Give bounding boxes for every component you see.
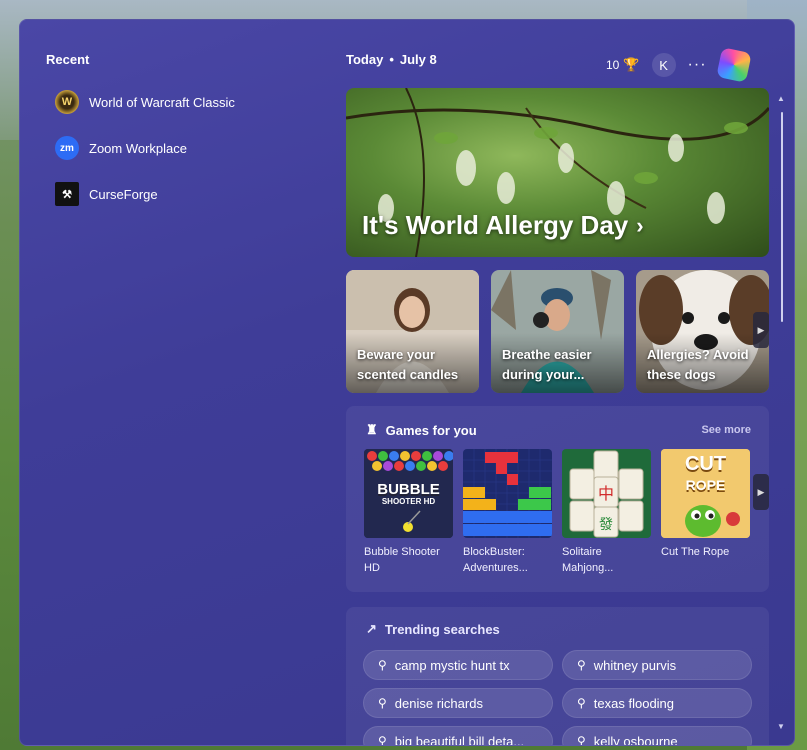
search-icon: ⚲ [577, 658, 586, 672]
game-art-subtitle: SHOOTER HD [381, 497, 436, 506]
trending-search-pill[interactable]: ⚲ kelly osbourne [562, 726, 752, 746]
game-tile-mahjong[interactable]: 中 發 Solitaire Mahjong... [562, 449, 651, 576]
see-more-link[interactable]: See more [701, 424, 751, 436]
header-actions: 10 🏆 K ··· [606, 47, 752, 83]
game-art-title: BUBBLE [377, 481, 440, 498]
story-card-breathe[interactable]: Breathe easier during your... [491, 270, 624, 393]
recent-item-label: World of Warcraft Classic [89, 94, 235, 110]
game-label: BlockBuster: Adventures... [463, 546, 528, 574]
story-card-candles[interactable]: Beware your scented candles [346, 270, 479, 393]
game-art: BUBBLE SHOOTER HD [364, 449, 453, 538]
recent-item-wow[interactable]: W World of Warcraft Classic [55, 90, 235, 114]
trending-search-label: texas flooding [593, 695, 675, 711]
chess-icon: ♜ [366, 422, 378, 437]
recent-item-curseforge[interactable]: ⚒ CurseForge [55, 182, 158, 206]
hero-story-card[interactable]: It's World Allergy Day › [346, 88, 769, 257]
scrollbar-thumb[interactable] [781, 112, 783, 322]
search-icon: ⚲ [577, 696, 586, 710]
recent-item-label: Zoom Workplace [89, 140, 188, 156]
game-label: Bubble Shooter HD [364, 546, 440, 574]
svg-text:發: 發 [599, 517, 613, 533]
wow-icon: W [55, 90, 79, 114]
date-separator: • [389, 52, 394, 67]
game-art-subtitle: ROPE [685, 477, 726, 493]
game-tile-cut-the-rope[interactable]: CUT ROPE Cut The Rope [661, 449, 750, 560]
trending-heading: ↗ Trending searches [366, 621, 500, 637]
games-next-button[interactable]: ▶ [753, 474, 769, 510]
trophy-icon: 🏆 [623, 57, 640, 72]
game-tile-blockbuster[interactable]: BlockBuster: Adventures... [463, 449, 552, 576]
copilot-icon[interactable] [715, 47, 752, 83]
trending-search-label: denise richards [394, 695, 483, 711]
today-label: Today [346, 52, 384, 67]
play-arrow-icon: ▶ [757, 324, 765, 335]
stories-next-button[interactable]: ▶ [753, 312, 769, 348]
chevron-right-icon: › [636, 212, 644, 238]
recent-item-label: CurseForge [89, 186, 158, 202]
trending-search-pill[interactable]: ⚲ texas flooding [562, 688, 752, 718]
card-label: Breathe easier during your... [502, 347, 592, 382]
recent-item-zoom[interactable]: zm Zoom Workplace [55, 136, 187, 160]
trending-search-pill[interactable]: ⚲ denise richards [363, 688, 553, 718]
game-art: 中 發 [562, 449, 651, 538]
trending-search-label: big beautiful bill deta... [394, 733, 525, 746]
widgets-panel: Recent W World of Warcraft Classic zm Zo… [19, 19, 795, 746]
zoom-icon: zm [55, 136, 79, 160]
search-icon: ⚲ [378, 734, 387, 746]
game-art-title: CUT [684, 453, 727, 475]
card-label: Allergies? Avoid these dogs [647, 347, 749, 382]
svg-text:中: 中 [598, 484, 614, 503]
trending-search-pill[interactable]: ⚲ big beautiful bill deta... [363, 726, 553, 746]
trending-search-label: whitney purvis [593, 657, 677, 673]
mahjong-art: 中 發 [562, 449, 651, 538]
game-label: Cut The Rope [661, 546, 730, 558]
game-art [463, 449, 552, 538]
trending-search-label: kelly osbourne [593, 733, 678, 746]
trending-up-icon: ↗ [366, 621, 377, 636]
trending-search-label: camp mystic hunt tx [394, 657, 510, 673]
blockbuster-art [463, 449, 552, 538]
feed-date-header: Today • July 8 [346, 52, 437, 67]
scroll-up-arrow-icon[interactable]: ▲ [777, 94, 785, 103]
game-art: CUT ROPE [661, 449, 750, 538]
trending-section: ↗ Trending searches ⚲ camp mystic hunt t… [346, 607, 769, 746]
hero-title-text: It's World Allergy Day [362, 210, 629, 240]
game-tile-bubble-shooter[interactable]: BUBBLE SHOOTER HD Bubble Shooter HD [364, 449, 453, 576]
search-icon: ⚲ [378, 658, 387, 672]
trending-title: Trending searches [384, 621, 500, 637]
rewards-button[interactable]: 10 🏆 [606, 57, 640, 73]
points-count: 10 [606, 58, 620, 72]
trending-search-pill[interactable]: ⚲ camp mystic hunt tx [363, 650, 553, 680]
date-label: July 8 [399, 52, 437, 67]
hero-title: It's World Allergy Day › [362, 210, 644, 241]
games-section: ♜ Games for you See more BUBBLE SHOOTER … [346, 406, 769, 592]
games-heading: ♜ Games for you [366, 422, 477, 438]
trending-search-pill[interactable]: ⚲ whitney purvis [562, 650, 752, 680]
recent-heading: Recent [46, 52, 90, 67]
story-card-dogs[interactable]: Allergies? Avoid these dogs [636, 270, 769, 393]
card-label: Beware your scented candles [357, 347, 459, 382]
game-label: Solitaire Mahjong... [562, 546, 614, 574]
curseforge-icon: ⚒ [55, 182, 79, 206]
games-title: Games for you [385, 422, 477, 438]
more-options-icon[interactable]: ··· [688, 56, 707, 74]
search-icon: ⚲ [577, 734, 586, 746]
play-arrow-icon: ▶ [757, 486, 765, 497]
account-avatar[interactable]: K [651, 53, 676, 77]
search-icon: ⚲ [378, 696, 387, 710]
scroll-down-arrow-icon[interactable]: ▼ [777, 722, 785, 731]
